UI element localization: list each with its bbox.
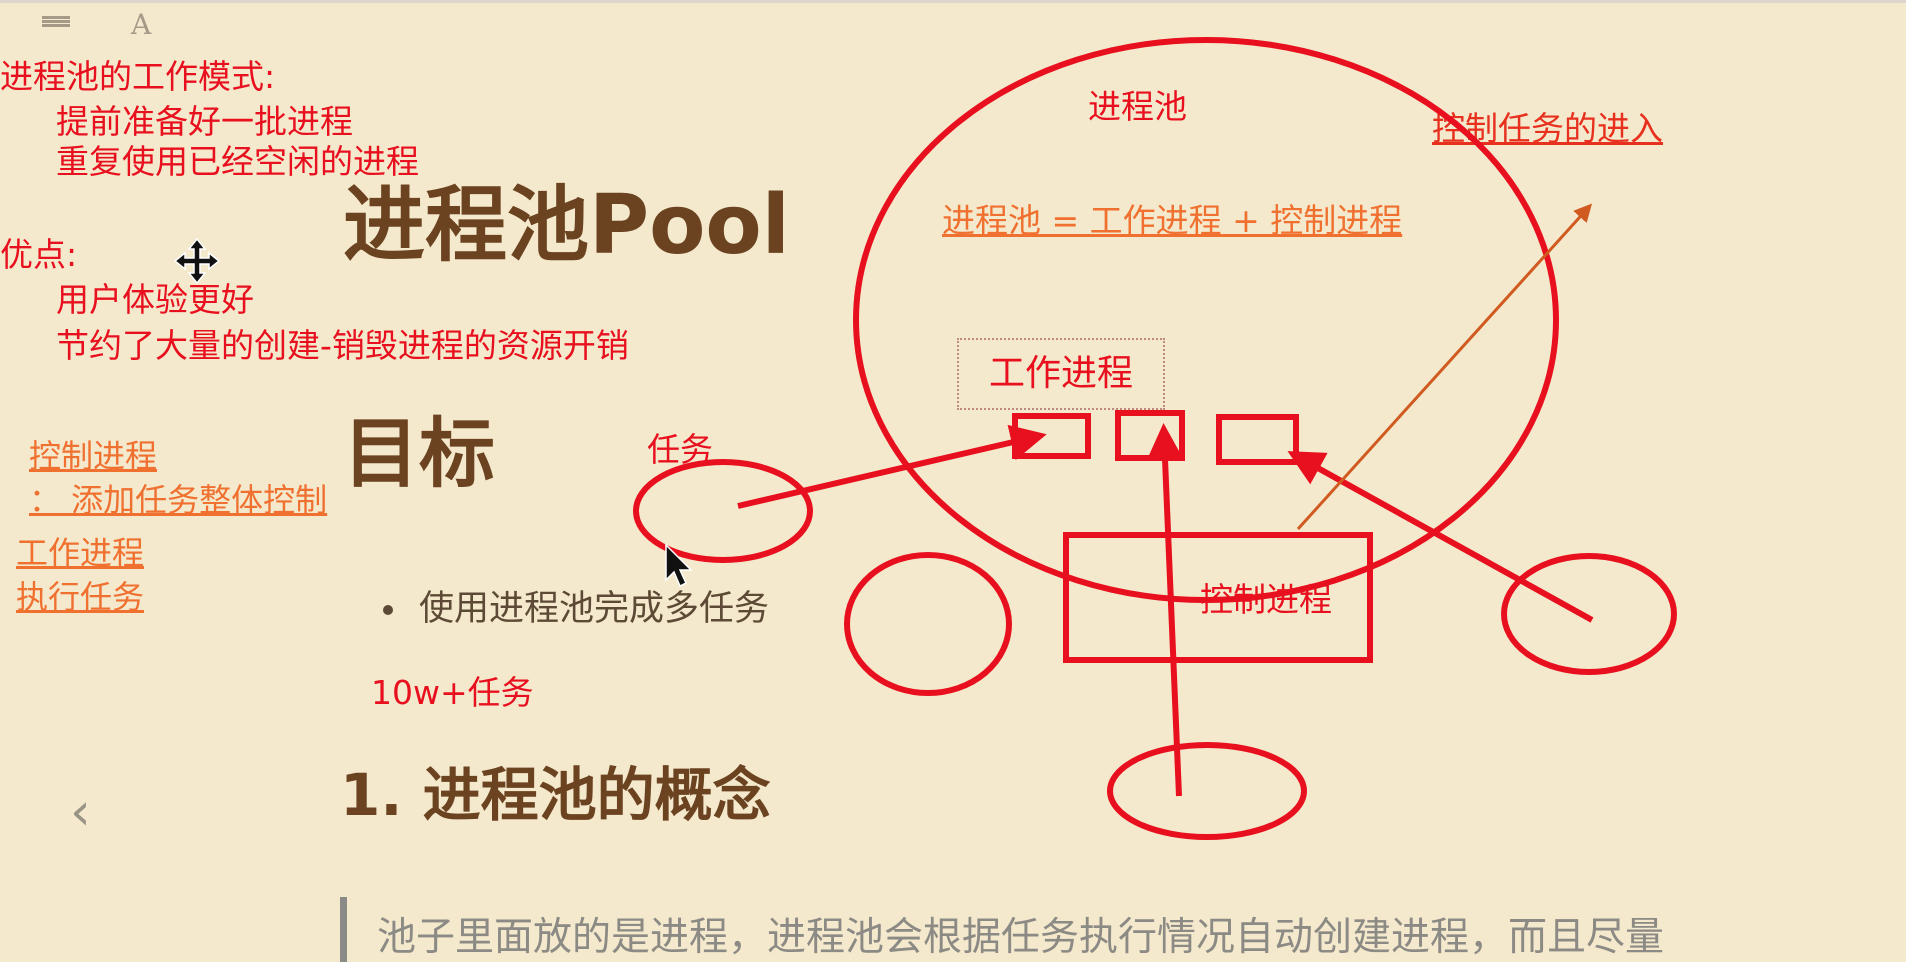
arrow xyxy=(737,424,1047,509)
task-ellipse xyxy=(1107,742,1307,840)
worker-slot-1 xyxy=(1012,413,1091,459)
task-ellipse xyxy=(844,552,1012,696)
move-cursor-icon xyxy=(173,237,221,285)
drawing-layer xyxy=(173,37,1677,840)
task-ellipse xyxy=(1501,553,1677,675)
process-pool-ellipse xyxy=(853,37,1559,603)
task-ellipse xyxy=(633,459,813,563)
worker-slot-2 xyxy=(1115,410,1185,461)
worker-slot-3 xyxy=(1216,414,1299,465)
arrow xyxy=(1296,203,1593,531)
arrow xyxy=(1147,423,1183,797)
